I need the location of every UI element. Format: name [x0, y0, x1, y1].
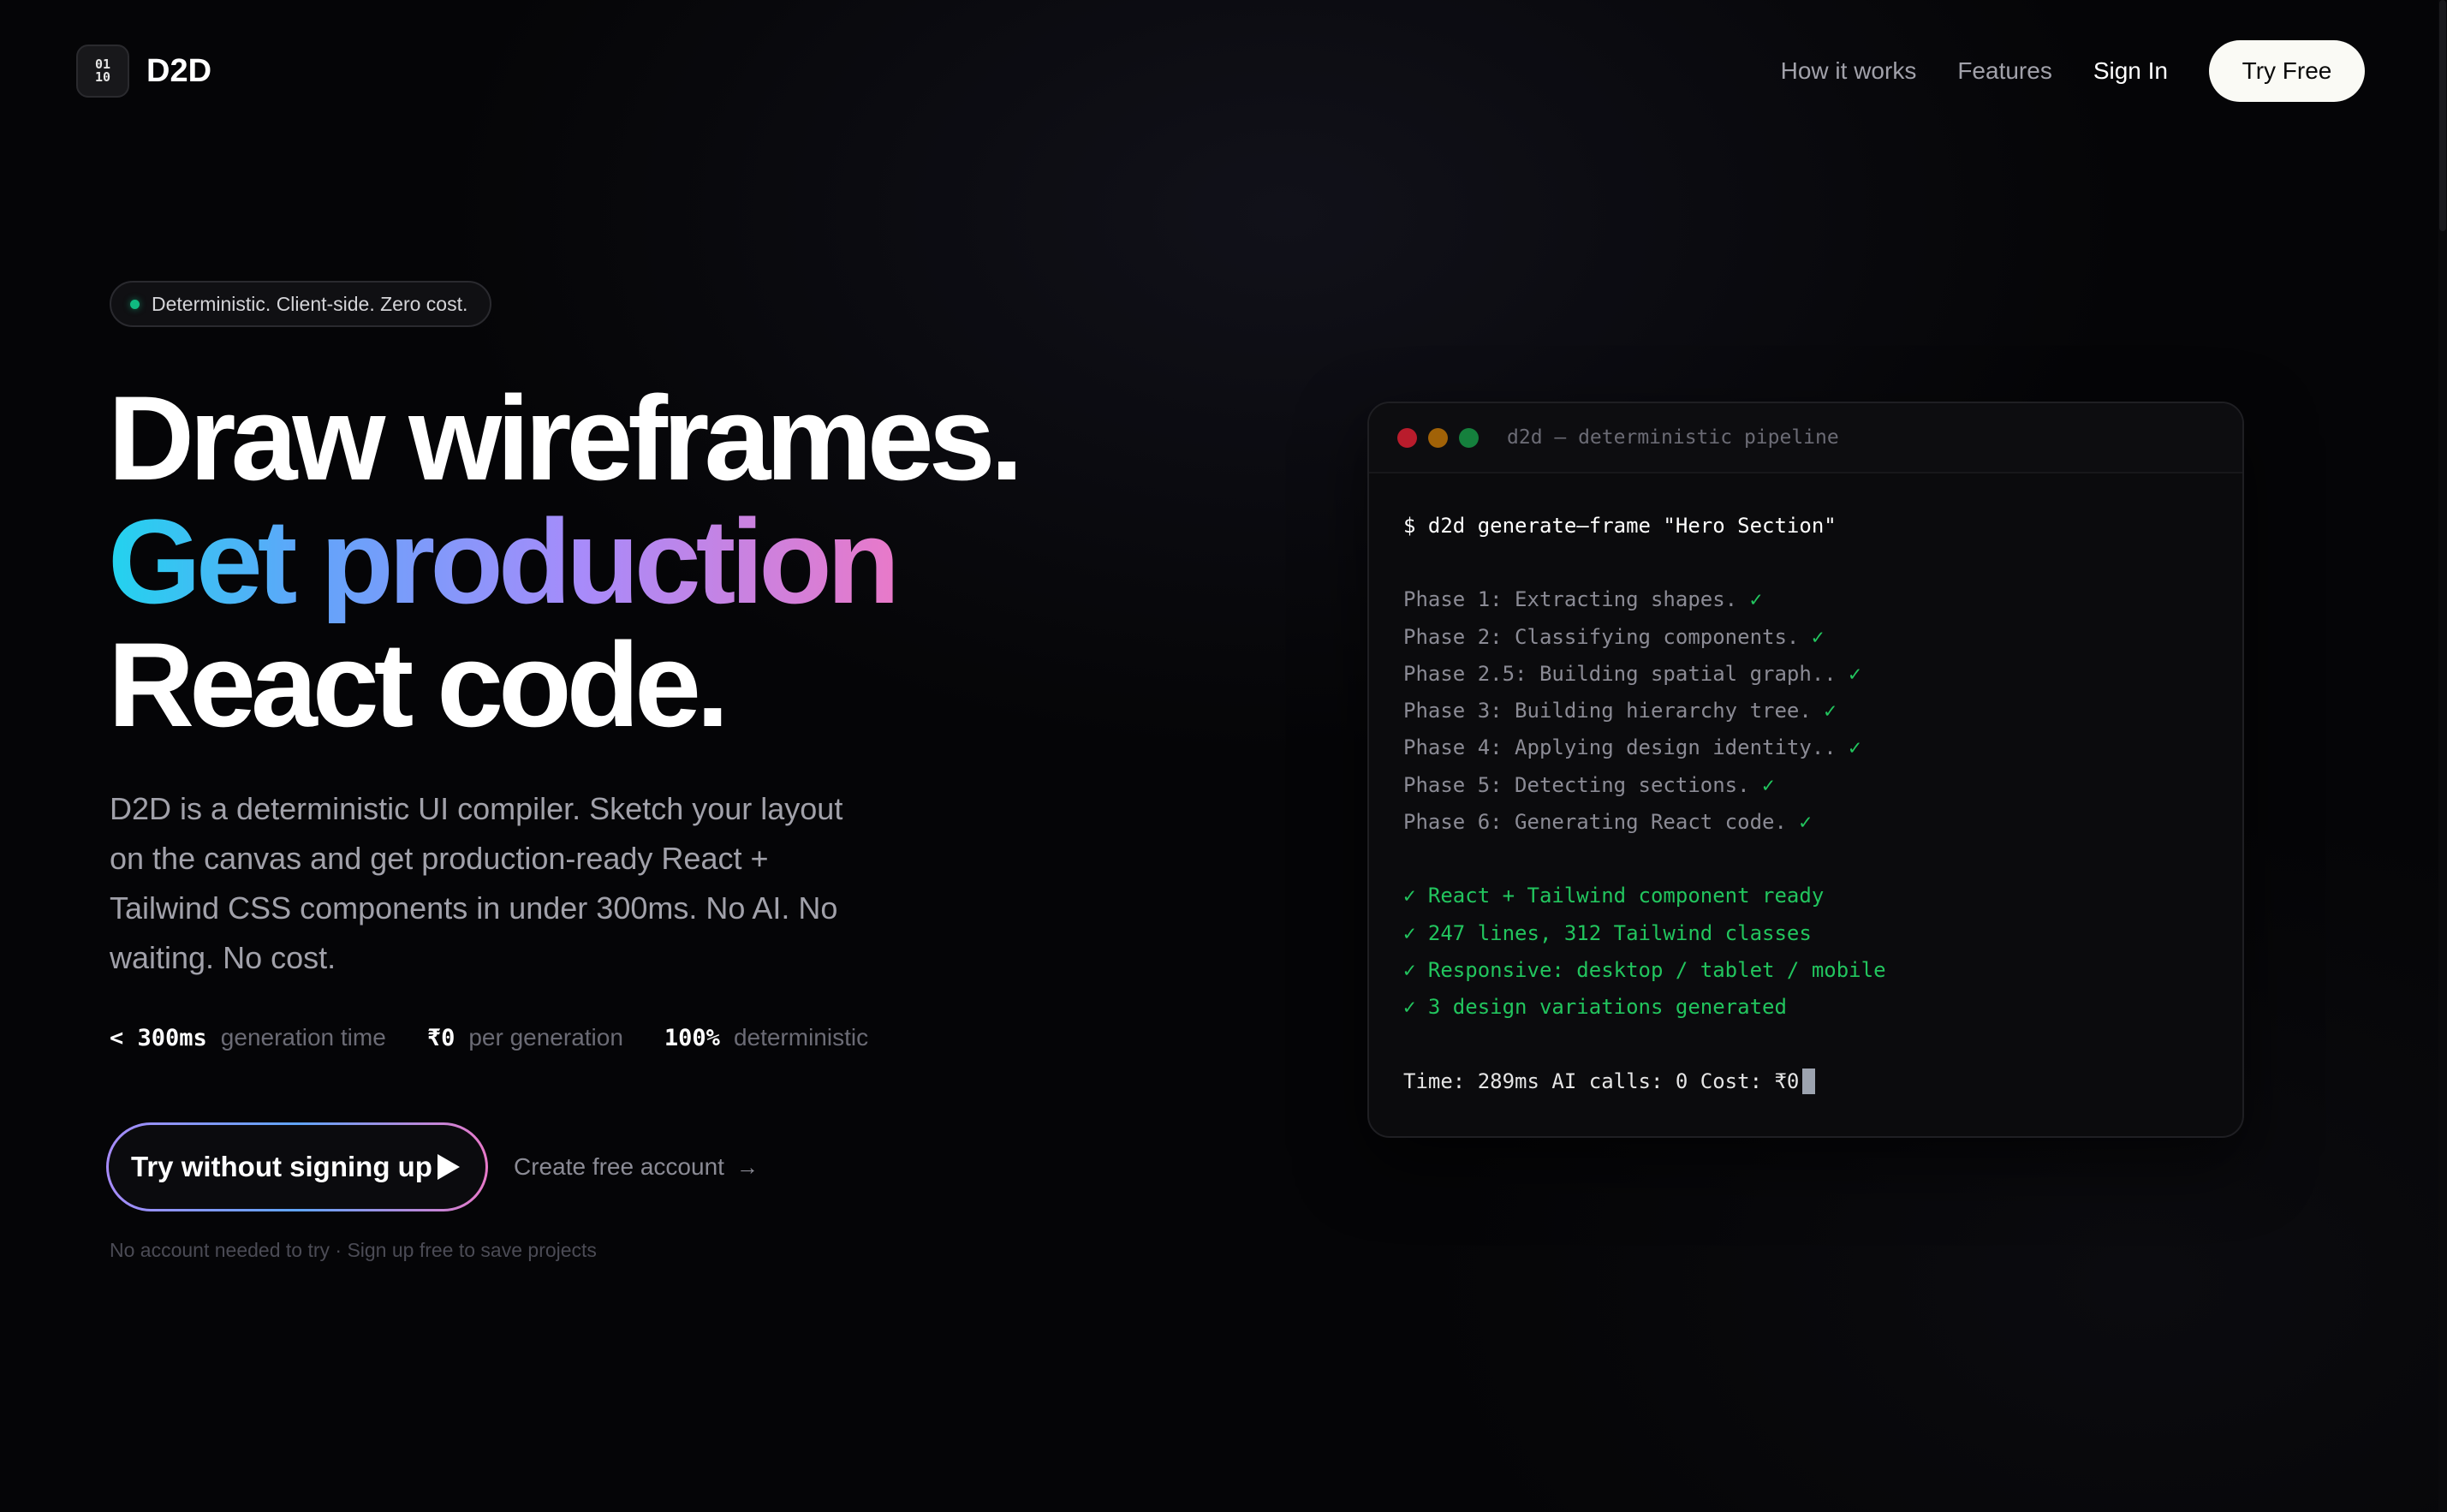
terminal-summary: Time: 289ms AI calls: 0 Cost: ₹0: [1403, 1063, 2208, 1100]
stat-label: generation time: [220, 1024, 386, 1051]
terminal-phase-line: Phase 4: Applying design identity.. ✓: [1403, 735, 1861, 760]
logo-icon-bottom: 10: [94, 69, 111, 85]
top-nav: 01 10 D2D How it works Features Sign In …: [0, 0, 2447, 146]
create-free-account-link[interactable]: Create free account →: [514, 1153, 759, 1181]
terminal-result-line: ✓ 247 lines, 312 Tailwind classes: [1403, 920, 1812, 945]
terminal-phase-line: Phase 2.5: Building spatial graph.. ✓: [1403, 661, 1861, 686]
terminal-result-line: ✓ 3 design variations generated: [1403, 995, 1787, 1020]
check-icon: ✓: [1811, 624, 1825, 649]
sign-in-link[interactable]: Sign In: [2093, 57, 2168, 85]
hero-footnote: No account needed to try · Sign up free …: [110, 1239, 597, 1261]
terminal-title: d2d — deterministic pipeline: [1507, 426, 1839, 449]
stat-value: 100%: [664, 1025, 720, 1051]
terminal-body: $ d2d generate—frame "Hero Section" Phas…: [1369, 473, 2242, 1100]
check-icon: ✓: [1824, 699, 1837, 723]
stat-value: < 300ms: [110, 1025, 207, 1051]
headline-line-2-gradient: Get production: [108, 494, 900, 628]
check-icon: ✓: [1799, 810, 1812, 835]
hero-stats: < 300ms generation time ₹0 per generatio…: [110, 1024, 909, 1051]
maximize-dot-icon: [1459, 427, 1479, 448]
brand-name: D2D: [146, 52, 212, 89]
cursor-block-icon: [1802, 1069, 1816, 1095]
terminal-summary-text: Time: 289ms AI calls: 0 Cost: ₹0: [1403, 1069, 1800, 1093]
scrollbar-thumb[interactable]: [2439, 0, 2446, 231]
secondary-cta-label: Create free account: [514, 1153, 724, 1180]
minimize-dot-icon: [1428, 427, 1448, 448]
terminal-titlebar: d2d — deterministic pipeline: [1369, 403, 2242, 473]
binary-logo-icon: 01 10: [76, 45, 129, 98]
badge-text: Deterministic. Client-side. Zero cost.: [152, 292, 468, 315]
terminal-result-line: ✓ Responsive: desktop / tablet / mobile: [1403, 957, 1886, 982]
nav-link-features[interactable]: Features: [1957, 57, 2052, 85]
nav-link-how-it-works[interactable]: How it works: [1781, 57, 1917, 85]
stat-label: deterministic: [733, 1024, 869, 1051]
stat-value: ₹0: [426, 1025, 455, 1051]
logo[interactable]: 01 10 D2D: [76, 45, 211, 98]
terminal-phase-line: Phase 5: Detecting sections. ✓: [1403, 772, 1775, 797]
close-dot-icon: [1397, 427, 1417, 448]
stat-deterministic: 100% deterministic: [664, 1024, 868, 1051]
headline-line-3: React code.: [108, 617, 729, 752]
stat-generation-time: < 300ms generation time: [110, 1024, 386, 1051]
nav-links: How it works Features Sign In Try Free: [1781, 40, 2365, 102]
try-free-button[interactable]: Try Free: [2209, 40, 2365, 102]
status-dot-icon: [130, 299, 140, 309]
check-icon: ✓: [1849, 735, 1861, 760]
check-icon: ✓: [1762, 772, 1775, 797]
check-icon: ✓: [1749, 587, 1763, 612]
arrow-right-icon: →: [735, 1153, 759, 1180]
check-icon: ✓: [1849, 661, 1861, 686]
terminal-command: $ d2d generate—frame "Hero Section": [1403, 514, 1837, 538]
scrollbar-track[interactable]: [2438, 0, 2447, 1512]
primary-cta-label: Try without signing up: [131, 1151, 432, 1182]
play-icon: [438, 1154, 460, 1180]
hero-headline: Draw wireframes. Get production React co…: [108, 371, 1023, 752]
headline-line-1: Draw wireframes.: [108, 371, 1023, 505]
try-without-signing-up-button[interactable]: Try without signing up: [106, 1122, 488, 1211]
stat-label: per generation: [468, 1024, 623, 1051]
terminal-window: d2d — deterministic pipeline $ d2d gener…: [1367, 402, 2244, 1138]
terminal-result-line: ✓ React + Tailwind component ready: [1403, 884, 1825, 908]
terminal-phase-line: Phase 3: Building hierarchy tree. ✓: [1403, 699, 1837, 723]
hero-cta-row: Try without signing up Create free accou…: [106, 1122, 759, 1211]
terminal-phase-line: Phase 1: Extracting shapes. ✓: [1403, 587, 1763, 612]
hero-description: D2D is a deterministic UI compiler. Sket…: [110, 791, 843, 975]
hero-badge: Deterministic. Client-side. Zero cost.: [110, 281, 492, 327]
terminal-phase-line: Phase 2: Classifying components. ✓: [1403, 624, 1825, 649]
stat-cost: ₹0 per generation: [427, 1024, 623, 1051]
terminal-phase-line: Phase 6: Generating React code. ✓: [1403, 810, 1812, 835]
